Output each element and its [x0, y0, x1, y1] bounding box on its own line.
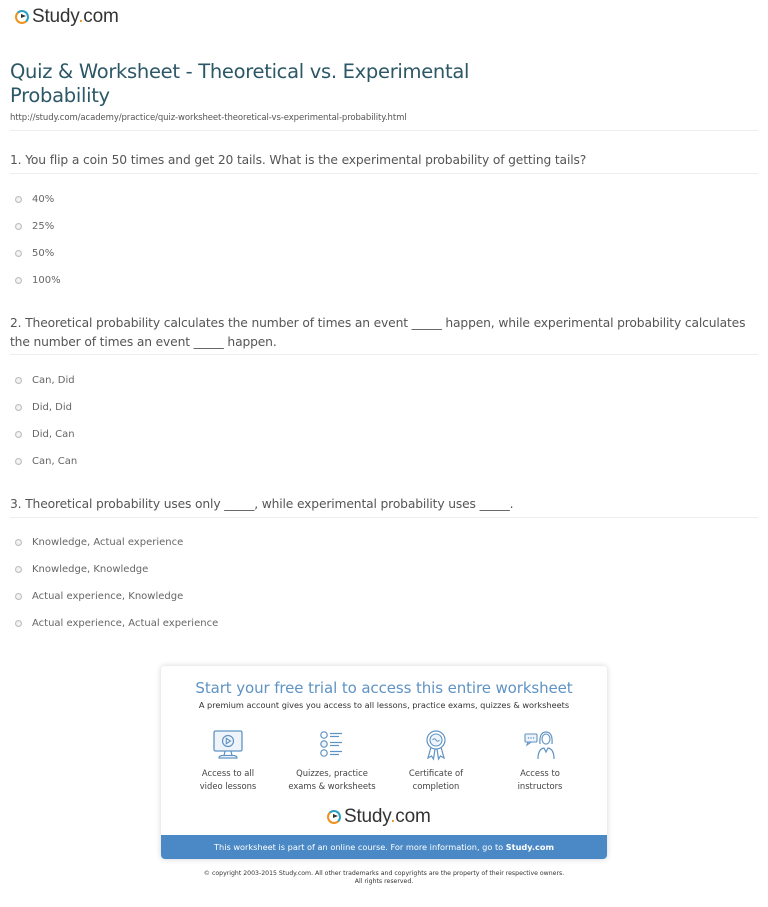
banner-text: This worksheet is part of an online cour… [214, 842, 506, 852]
feature-certificate: Certificate of completion [384, 728, 488, 793]
divider [10, 130, 758, 131]
radio-button[interactable] [15, 250, 22, 257]
answer-option[interactable]: 25% [15, 221, 54, 232]
option-label: 100% [32, 275, 61, 286]
radio-button[interactable] [15, 277, 22, 284]
question-2-text: 2. Theoretical probability calculates th… [10, 316, 746, 349]
page-url: http://study.com/academy/practice/quiz-w… [10, 113, 407, 123]
option-label: Did, Did [32, 402, 73, 413]
option-label: 25% [32, 221, 55, 232]
question-3-text: 3. Theoretical probability uses only ___… [10, 497, 514, 511]
answer-option[interactable]: Did, Did [15, 402, 72, 413]
feature-instructors: Access to instructors [488, 728, 592, 793]
option-label: Did, Can [32, 429, 75, 440]
free-trial-subtitle: A premium account gives you access to al… [198, 700, 570, 710]
radio-button[interactable] [15, 620, 22, 627]
quiz-list-icon [320, 731, 342, 757]
radio-button[interactable] [15, 223, 22, 230]
free-trial-card: Start your free trial to access this ent… [161, 666, 607, 859]
answer-option[interactable]: Did, Can [15, 429, 75, 440]
study-logo[interactable]: Study.com [15, 6, 119, 28]
option-label: Actual experience, Actual experience [32, 618, 219, 629]
course-info-banner: This worksheet is part of an online cour… [161, 835, 607, 859]
study-link[interactable]: Study.com [506, 842, 554, 852]
logo-wordmark: Study.com [344, 806, 431, 827]
answer-option[interactable]: Can, Did [15, 375, 75, 386]
option-label: Can, Can [32, 456, 78, 467]
feature-label: Access to instructors [517, 768, 563, 791]
divider [10, 173, 758, 174]
answer-option[interactable]: 100% [15, 275, 61, 286]
radio-button[interactable] [15, 539, 22, 546]
play-circle-icon [327, 810, 341, 824]
answer-option[interactable]: 40% [15, 194, 54, 205]
question-1-text: 1. You flip a coin 50 times and get 20 t… [10, 153, 587, 167]
feature-label: Certificate of completion [408, 768, 464, 791]
option-label: 50% [32, 248, 55, 259]
option-label: 40% [32, 194, 55, 205]
answer-option[interactable]: Can, Can [15, 456, 77, 467]
rights-reserved: All rights reserved. [354, 878, 414, 885]
page-title: Quiz & Worksheet - Theoretical vs. Exper… [10, 60, 470, 107]
feature-list: Access to all video lessons Quizzes, prac… [161, 728, 607, 793]
answer-option[interactable]: Actual experience, Actual experience [15, 618, 218, 629]
divider [10, 517, 758, 518]
play-circle-icon [15, 10, 29, 24]
answer-option[interactable]: Knowledge, Actual experience [15, 537, 183, 548]
study-logo[interactable]: Study.com [327, 806, 431, 828]
video-monitor-icon [213, 730, 243, 759]
feature-video-lessons: Access to all video lessons [176, 728, 280, 793]
feature-label: Access to all video lessons [199, 768, 257, 791]
radio-button[interactable] [15, 431, 22, 438]
radio-button[interactable] [15, 566, 22, 573]
answer-option[interactable]: 50% [15, 248, 54, 259]
certificate-ribbon-icon [426, 730, 446, 761]
answer-option[interactable]: Knowledge, Knowledge [15, 564, 148, 575]
free-trial-title[interactable]: Start your free trial to access this ent… [161, 679, 607, 697]
radio-button[interactable] [15, 593, 22, 600]
radio-button[interactable] [15, 196, 22, 203]
radio-button[interactable] [15, 404, 22, 411]
divider [10, 354, 758, 355]
copyright-line: © copyright 2003-2015 Study.com. All oth… [203, 870, 565, 877]
feature-label: Quizzes, practice exams & worksheets [288, 768, 376, 791]
option-label: Can, Did [32, 375, 75, 386]
logo-wordmark: Study.com [32, 6, 119, 27]
feature-quizzes: Quizzes, practice exams & worksheets [280, 728, 384, 793]
radio-button[interactable] [15, 458, 22, 465]
option-label: Knowledge, Knowledge [32, 564, 149, 575]
instructor-chat-icon [524, 731, 555, 760]
option-label: Actual experience, Knowledge [32, 591, 184, 602]
answer-option[interactable]: Actual experience, Knowledge [15, 591, 183, 602]
option-label: Knowledge, Actual experience [32, 537, 184, 548]
copyright-notice: © copyright 2003-2015 Study.com. All oth… [0, 870, 768, 886]
radio-button[interactable] [15, 377, 22, 384]
